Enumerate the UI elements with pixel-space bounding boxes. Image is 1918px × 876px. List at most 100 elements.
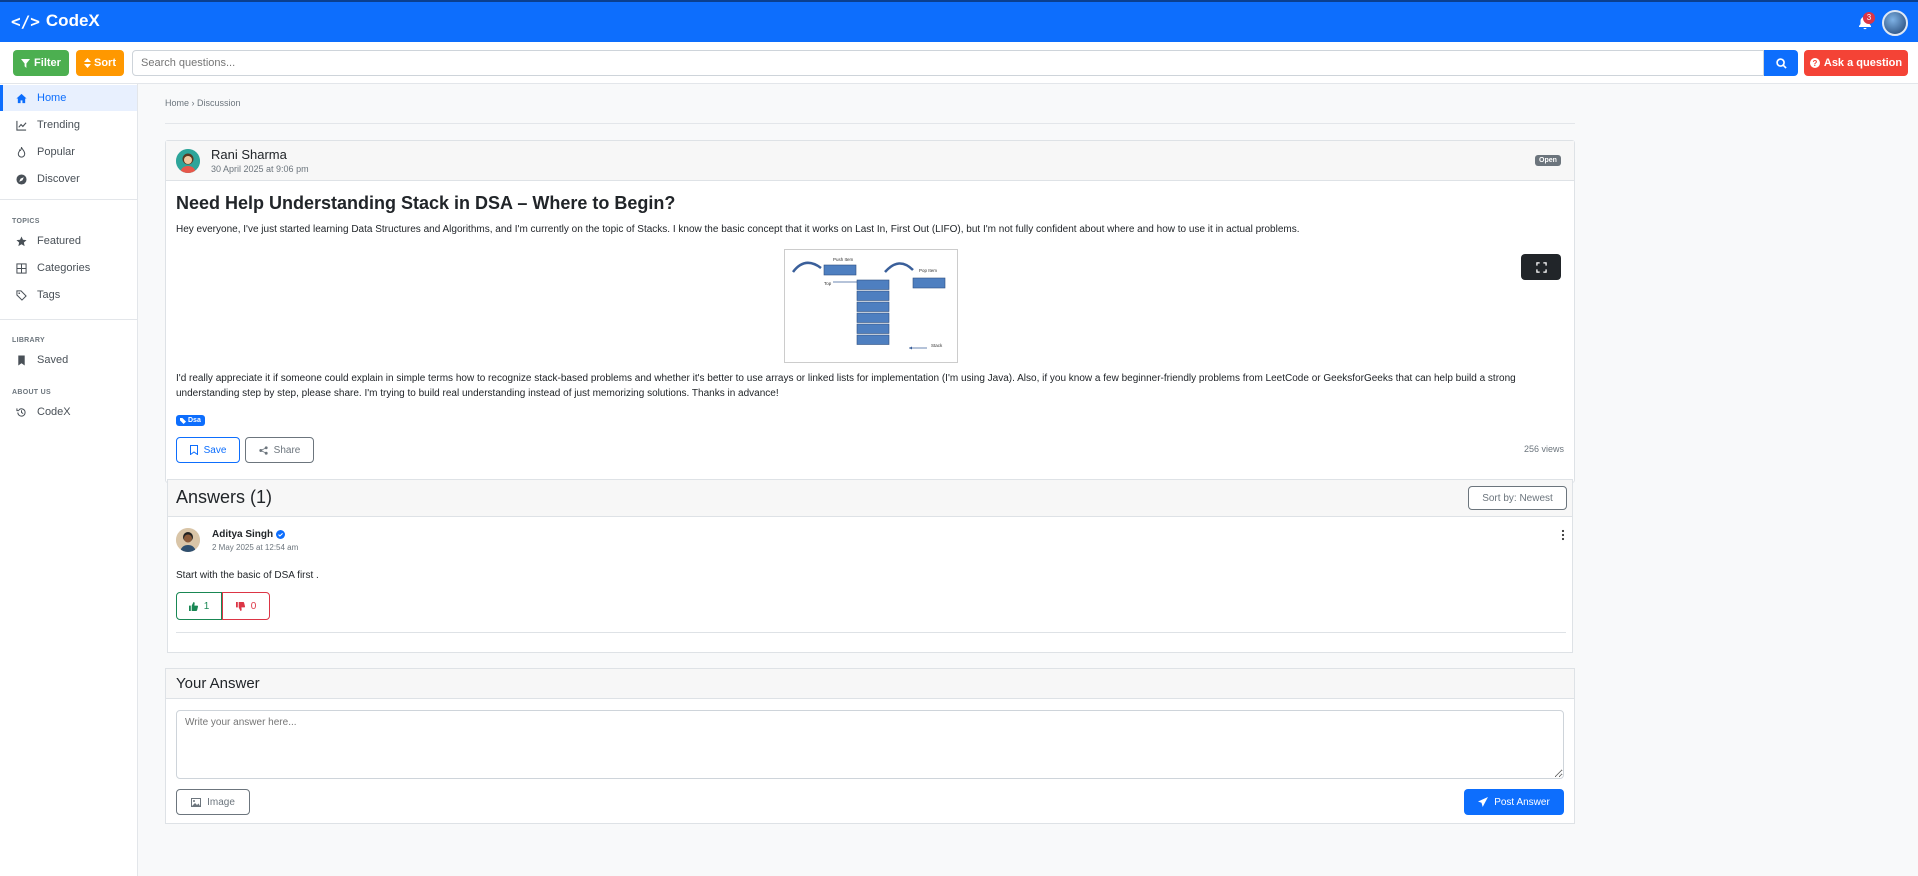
brand-name: CodeX <box>45 11 100 30</box>
share-button[interactable]: Share <box>245 437 314 463</box>
image-label: Image <box>207 796 235 808</box>
tag-icon <box>180 417 186 424</box>
user-avatar[interactable] <box>1882 10 1908 36</box>
sidebar-item-label: Featured <box>37 235 82 247</box>
about-heading: ABOUT US <box>12 389 51 396</box>
answer-author-name: Aditya Singh <box>212 529 274 540</box>
answer-textarea[interactable] <box>176 710 1564 779</box>
tag-badge[interactable]: Dsa <box>176 415 205 426</box>
avatar-illustration <box>176 149 200 173</box>
search-icon <box>1775 57 1787 69</box>
compass-icon <box>16 173 27 185</box>
downvote-count: 0 <box>250 600 257 612</box>
push-item-label: Push Item <box>833 257 854 262</box>
sidebar-item-home[interactable]: Home <box>0 85 137 111</box>
library-heading: LIBRARY <box>12 337 45 344</box>
question-header: Rani Sharma 30 April 2025 at 9:06 pm Ope… <box>166 141 1574 181</box>
send-icon <box>1478 797 1489 807</box>
sidebar-item-featured[interactable]: Featured <box>0 228 137 254</box>
sort-label: Sort <box>94 57 116 69</box>
sidebar-item-tags[interactable]: Tags <box>0 282 137 308</box>
brand-logo[interactable]: </> CodeX <box>11 11 100 31</box>
your-answer-header: Your Answer <box>166 669 1574 699</box>
sidebar-item-label: CodeX <box>37 406 71 418</box>
code-icon: </> <box>11 11 40 31</box>
expand-icon <box>1535 261 1547 273</box>
filter-icon <box>21 58 31 68</box>
sort-answers-button[interactable]: Sort by: Newest <box>1468 486 1567 510</box>
bookmark-icon <box>189 445 198 455</box>
top-label: Top <box>824 281 832 286</box>
bookmark-icon <box>18 354 25 366</box>
upvote-count: 1 <box>203 600 210 612</box>
your-answer-title: Your Answer <box>176 675 260 692</box>
sidebar-item-saved[interactable]: Saved <box>0 347 137 373</box>
author-name[interactable]: Rani Sharma <box>211 147 287 162</box>
sidebar-item-label: Home <box>37 92 67 104</box>
ask-question-button[interactable]: ? Ask a question <box>1804 50 1908 76</box>
sidebar-item-popular[interactable]: Popular <box>0 139 137 165</box>
answer-date: 2 May 2025 at 12:54 am <box>212 543 299 552</box>
answer-author-avatar[interactable] <box>176 528 200 552</box>
downvote-button[interactable]: 0 <box>222 592 270 620</box>
share-label: Share <box>273 444 301 456</box>
sidebar-item-label: Trending <box>37 119 81 131</box>
search-button[interactable] <box>1764 50 1798 76</box>
status-badge: Open <box>1535 155 1561 166</box>
sidebar-item-label: Discover <box>37 173 80 185</box>
thumbs-up-icon <box>188 601 198 611</box>
sidebar-item-trending[interactable]: Trending <box>0 112 137 138</box>
breadcrumb[interactable]: Home › Discussion <box>165 98 241 108</box>
stack-label: Stack <box>931 343 943 348</box>
filter-button[interactable]: Filter <box>13 50 69 76</box>
sidebar-item-codex[interactable]: CodeX <box>0 399 137 425</box>
avatar-illustration <box>176 528 200 552</box>
pop-item-label: Pop Item <box>919 268 937 273</box>
filter-label: Filter <box>34 57 61 69</box>
more-options-icon[interactable] <box>1558 528 1568 542</box>
post-date: 30 April 2025 at 9:06 pm <box>211 164 309 174</box>
sidebar: Home Trending Popular Discover TOPICS Fe… <box>0 84 138 876</box>
expand-image-button[interactable] <box>1521 254 1561 280</box>
save-button[interactable]: Save <box>176 437 240 463</box>
stack-diagram-image[interactable]: Push Item Pop Item Top Stack <box>784 249 958 363</box>
history-icon <box>16 407 26 417</box>
answers-section: Answers (1) Sort by: Newest Aditya Singh… <box>167 479 1573 653</box>
author-avatar[interactable] <box>176 149 200 173</box>
sidebar-item-discover[interactable]: Discover <box>0 166 137 192</box>
image-icon <box>191 797 202 807</box>
sidebar-divider <box>0 199 137 200</box>
answers-title: Answers (1) <box>176 487 273 507</box>
thumbs-down-icon <box>235 601 245 611</box>
sidebar-item-label: Categories <box>37 262 91 274</box>
star-icon <box>16 235 27 246</box>
question-circle-icon: ? <box>1809 58 1820 68</box>
trending-icon <box>16 120 27 131</box>
breadcrumb-divider <box>165 123 1575 124</box>
view-count: 256 views <box>1523 444 1564 454</box>
topics-heading: TOPICS <box>12 218 40 225</box>
svg-text:?: ? <box>1812 59 1817 68</box>
question-title: Need Help Understanding Stack in DSA – W… <box>176 193 676 213</box>
question-body: Hey everyone, I've just started learning… <box>176 224 1300 235</box>
post-answer-button[interactable]: Post Answer <box>1464 789 1564 815</box>
answer-text: Start with the basic of DSA first . <box>176 570 319 581</box>
home-icon <box>16 93 27 103</box>
sidebar-item-categories[interactable]: Categories <box>0 255 137 281</box>
grid-icon <box>16 262 27 274</box>
answer-divider <box>176 632 1566 633</box>
post-answer-label: Post Answer <box>1494 796 1550 808</box>
share-icon <box>259 445 268 455</box>
tags-icon <box>16 289 27 301</box>
save-label: Save <box>203 444 227 456</box>
attach-image-button[interactable]: Image <box>176 789 250 815</box>
verified-icon <box>276 530 286 539</box>
stack-diagram: Push Item Pop Item Top Stack <box>792 257 946 350</box>
search-input[interactable] <box>132 50 1764 76</box>
fire-icon <box>17 146 26 158</box>
upvote-button[interactable]: 1 <box>176 592 222 620</box>
sort-button[interactable]: Sort <box>76 50 124 76</box>
answer-author[interactable]: Aditya Singh <box>212 529 286 540</box>
sidebar-item-label: Saved <box>37 354 69 366</box>
question-body-continued: I'd really appreciate it if someone coul… <box>176 373 1516 399</box>
